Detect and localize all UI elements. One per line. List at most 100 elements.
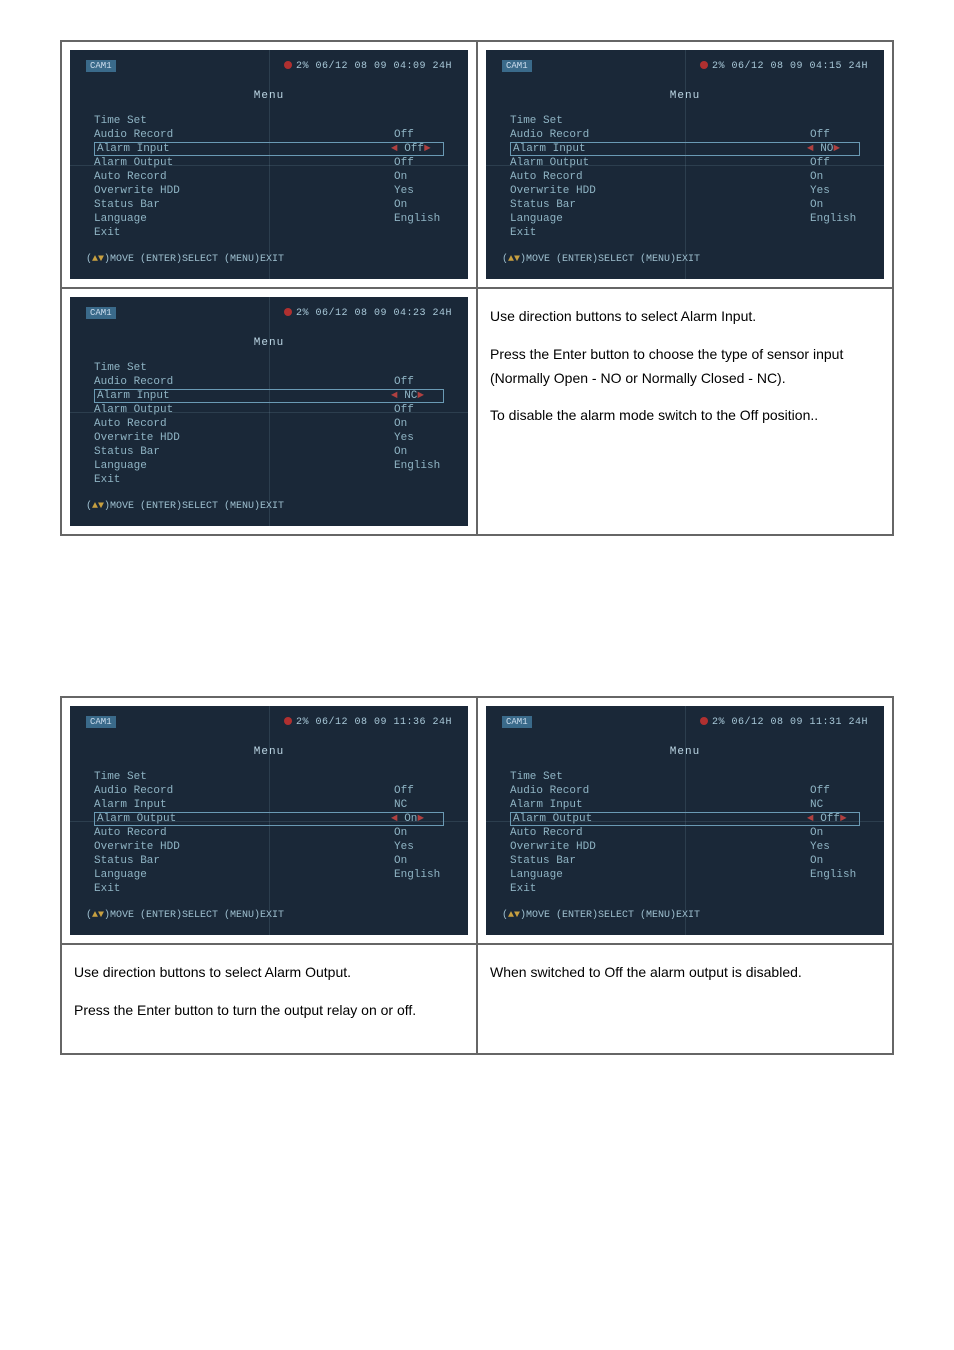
menu-row-label: Exit — [510, 227, 650, 239]
desc-line: Press the Enter button to choose the typ… — [490, 343, 880, 391]
description-text: Use direction buttons to select Alarm In… — [486, 297, 884, 450]
grid-bottom: CAM12% 06/12 08 09 11:36 24HMenuTime Set… — [60, 696, 894, 1055]
menu-row-value — [394, 227, 444, 239]
menu-row-value: English — [810, 869, 860, 881]
timestamp: 2% 06/12 08 09 11:36 24H — [284, 717, 452, 728]
timestamp: 2% 06/12 08 09 11:31 24H — [700, 717, 868, 728]
menu-row-label: Overwrite HDD — [94, 432, 234, 444]
menu-row-value — [810, 115, 860, 127]
menu-row-label: Status Bar — [94, 855, 234, 867]
cell-screen-3: CAM12% 06/12 08 09 04:23 24HMenuTime Set… — [61, 288, 477, 535]
arrow-right-icon: ► — [417, 390, 424, 402]
menu-row-label: Audio Record — [94, 129, 234, 141]
dvr-screen: CAM12% 06/12 08 09 04:15 24HMenuTime Set… — [486, 50, 884, 279]
menu-row-value: Off — [394, 785, 444, 797]
menu-row-label: Exit — [94, 883, 234, 895]
arrow-right-icon: ► — [833, 143, 840, 155]
dvr-screen: CAM12% 06/12 08 09 11:36 24HMenuTime Set… — [70, 706, 468, 935]
desc-line: Use direction buttons to select Alarm Ou… — [74, 961, 464, 985]
menu-row-value: Off — [810, 129, 860, 141]
menu-row-value: Yes — [394, 432, 444, 444]
cell-screen-1: CAM12% 06/12 08 09 04:09 24HMenuTime Set… — [61, 41, 477, 288]
camera-badge: CAM1 — [86, 716, 116, 728]
menu-row-label: Time Set — [94, 771, 234, 783]
updown-icon: ▲▼ — [508, 910, 520, 921]
menu-row-value: Off — [394, 404, 444, 416]
menu-row-label: Audio Record — [94, 376, 234, 388]
arrow-left-icon: ◄ — [391, 390, 404, 402]
cell-screen-2: CAM12% 06/12 08 09 04:15 24HMenuTime Set… — [477, 41, 893, 288]
menu-row-value — [394, 883, 444, 895]
menu-row-label: Alarm Output — [97, 813, 237, 825]
menu-row-label: Status Bar — [510, 199, 650, 211]
desc-line: Use direction buttons to select Alarm In… — [490, 305, 880, 329]
camera-badge: CAM1 — [502, 716, 532, 728]
grid-top: CAM12% 06/12 08 09 04:09 24HMenuTime Set… — [60, 40, 894, 536]
menu-row-label: Alarm Input — [97, 390, 237, 402]
dvr-screen: CAM12% 06/12 08 09 04:09 24HMenuTime Set… — [70, 50, 468, 279]
menu-row-value — [394, 771, 444, 783]
arrow-left-icon: ◄ — [391, 813, 404, 825]
menu-row-value: ◄ Off► — [807, 813, 857, 825]
record-icon — [284, 717, 292, 725]
record-icon — [700, 61, 708, 69]
menu-row-label: Alarm Output — [94, 157, 234, 169]
menu-row-label: Language — [94, 213, 234, 225]
menu-row-value: English — [810, 213, 860, 225]
cell-screen-4: CAM12% 06/12 08 09 11:36 24HMenuTime Set… — [61, 697, 477, 944]
menu-row-value: Yes — [394, 841, 444, 853]
menu-row-label: Language — [94, 869, 234, 881]
menu-row-value: NC — [394, 799, 444, 811]
arrow-right-icon: ► — [424, 143, 431, 155]
description-text: When switched to Off the alarm output is… — [486, 953, 884, 1007]
menu-row-value — [810, 883, 860, 895]
menu-row-label: Exit — [94, 474, 234, 486]
camera-badge: CAM1 — [86, 60, 116, 72]
menu-row-label: Auto Record — [94, 827, 234, 839]
menu-row-value: English — [394, 869, 444, 881]
cell-desc-alarm-output-right: When switched to Off the alarm output is… — [477, 944, 893, 1054]
menu-row-label: Auto Record — [510, 827, 650, 839]
cell-screen-5: CAM12% 06/12 08 09 11:31 24HMenuTime Set… — [477, 697, 893, 944]
desc-line: Press the Enter button to turn the outpu… — [74, 999, 464, 1023]
arrow-right-icon: ► — [417, 813, 424, 825]
menu-row-label: Overwrite HDD — [94, 185, 234, 197]
menu-row-value: On — [394, 171, 444, 183]
menu-row-value — [810, 227, 860, 239]
updown-icon: ▲▼ — [92, 254, 104, 265]
desc-line: When switched to Off the alarm output is… — [490, 961, 880, 985]
record-icon — [284, 61, 292, 69]
menu-row-value: Off — [394, 129, 444, 141]
menu-row-value: Yes — [810, 841, 860, 853]
cell-desc-alarm-input: Use direction buttons to select Alarm In… — [477, 288, 893, 535]
menu-row-label: Exit — [94, 227, 234, 239]
menu-row-label: Audio Record — [94, 785, 234, 797]
menu-row-label: Status Bar — [94, 199, 234, 211]
menu-row-label: Time Set — [510, 771, 650, 783]
dvr-screen: CAM12% 06/12 08 09 11:31 24HMenuTime Set… — [486, 706, 884, 935]
arrow-left-icon: ◄ — [391, 143, 404, 155]
timestamp: 2% 06/12 08 09 04:15 24H — [700, 61, 868, 72]
menu-row-label: Audio Record — [510, 785, 650, 797]
menu-row-value: ◄ Off► — [391, 143, 441, 155]
timestamp: 2% 06/12 08 09 04:09 24H — [284, 61, 452, 72]
menu-row-value: On — [810, 171, 860, 183]
arrow-left-icon: ◄ — [807, 143, 820, 155]
updown-icon: ▲▼ — [92, 501, 104, 512]
menu-row-value: Off — [394, 157, 444, 169]
menu-row-label: Alarm Input — [97, 143, 237, 155]
menu-row-value — [394, 362, 444, 374]
menu-row-label: Alarm Input — [513, 143, 653, 155]
record-icon — [700, 717, 708, 725]
menu-row-label: Alarm Output — [94, 404, 234, 416]
menu-row-value — [394, 115, 444, 127]
menu-row-label: Alarm Input — [510, 799, 650, 811]
menu-row-value: ◄ NO► — [807, 143, 857, 155]
menu-row-label: Auto Record — [94, 418, 234, 430]
cell-desc-alarm-output-left: Use direction buttons to select Alarm Ou… — [61, 944, 477, 1054]
dvr-screen: CAM12% 06/12 08 09 04:23 24HMenuTime Set… — [70, 297, 468, 526]
menu-row-label: Language — [510, 869, 650, 881]
menu-row-value: English — [394, 460, 444, 472]
menu-row-value: On — [810, 199, 860, 211]
menu-row-label: Auto Record — [510, 171, 650, 183]
